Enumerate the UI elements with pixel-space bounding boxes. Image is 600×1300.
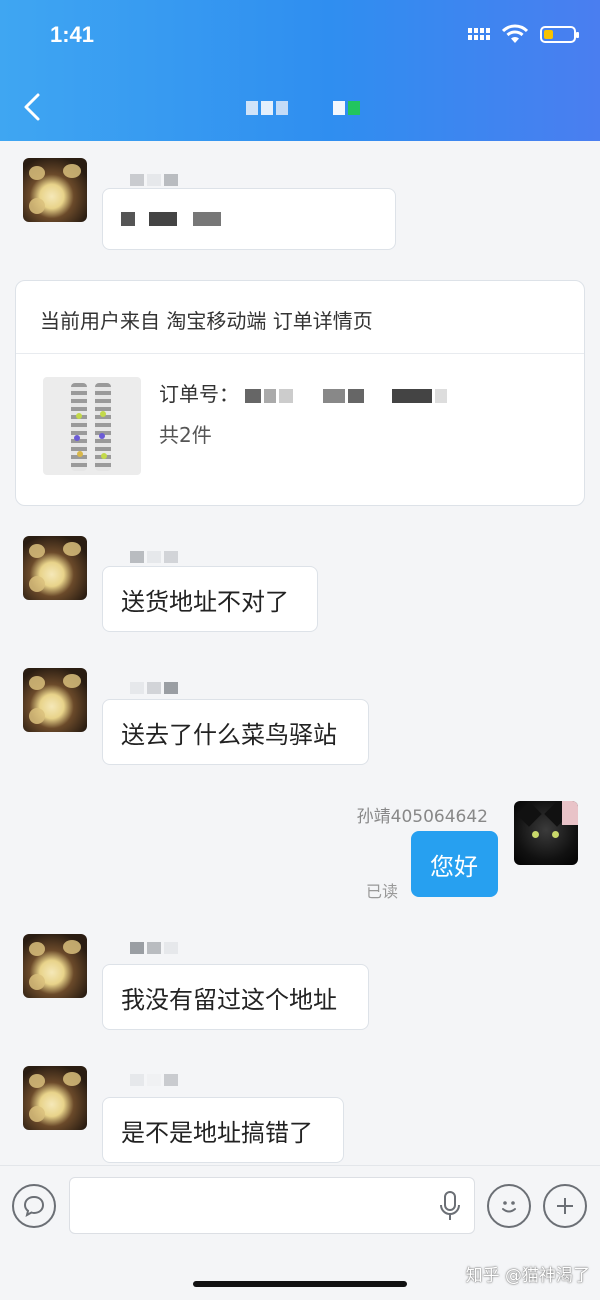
message-text: 我没有留过这个地址 xyxy=(121,985,337,1014)
sender-name: 孙靖405064642 xyxy=(356,807,488,827)
message-text: 您好 xyxy=(430,852,478,881)
customer-name-redacted xyxy=(130,942,181,954)
microphone-icon[interactable] xyxy=(440,1191,460,1221)
message-text: 送货地址不对了 xyxy=(121,587,289,616)
redacted-text xyxy=(121,212,224,226)
customer-avatar[interactable] xyxy=(23,536,87,600)
chat-status-redacted xyxy=(333,101,363,115)
message-bubble: 是不是地址搞错了 xyxy=(102,1097,344,1163)
status-time: 1:41 xyxy=(50,22,95,47)
watermark: 知乎 @猫神渴了 xyxy=(465,1266,590,1286)
more-button[interactable] xyxy=(543,1184,587,1228)
signal-icon xyxy=(468,28,490,40)
wifi-icon xyxy=(502,24,528,43)
battery-icon xyxy=(540,25,579,43)
message-bubble-redacted xyxy=(102,188,396,250)
status-icons xyxy=(468,24,579,44)
customer-name-redacted xyxy=(130,1074,181,1086)
customer-name-redacted xyxy=(130,551,181,563)
read-status: 已读 xyxy=(366,882,399,901)
customer-avatar[interactable] xyxy=(23,1066,87,1130)
plus-icon xyxy=(557,1198,573,1214)
voice-button[interactable] xyxy=(12,1184,56,1228)
customer-name-redacted xyxy=(130,174,181,186)
order-card[interactable]: 当前用户来自 淘宝移动端 订单详情页 订单号： 共2件 xyxy=(15,280,585,506)
order-divider xyxy=(16,353,584,354)
customer-avatar[interactable] xyxy=(23,934,87,998)
chat-header: 1:41 xyxy=(0,0,600,141)
home-indicator[interactable] xyxy=(193,1281,407,1287)
my-avatar[interactable] xyxy=(514,801,578,865)
message-text: 是不是地址搞错了 xyxy=(121,1118,313,1147)
chat-title-redacted xyxy=(246,101,292,115)
order-item-count: 共2件 xyxy=(159,423,212,447)
my-message-bubble: 您好 xyxy=(411,831,498,897)
order-number-label: 订单号： xyxy=(159,382,239,406)
order-number-redacted xyxy=(245,388,475,403)
order-source-text: 当前用户来自 淘宝移动端 订单详情页 xyxy=(40,309,373,333)
customer-name-redacted xyxy=(130,682,181,694)
back-icon[interactable] xyxy=(18,90,48,124)
customer-avatar[interactable] xyxy=(23,668,87,732)
message-bubble: 送去了什么菜鸟驿站 xyxy=(102,699,369,765)
voice-icon xyxy=(23,1195,45,1217)
emoji-icon xyxy=(502,1201,516,1213)
message-text: 送去了什么菜鸟驿站 xyxy=(121,720,337,749)
emoji-button[interactable] xyxy=(487,1184,531,1228)
order-product-image[interactable] xyxy=(43,377,141,475)
order-number: 订单号： xyxy=(159,378,475,407)
customer-avatar[interactable] xyxy=(23,158,87,222)
message-bubble: 我没有留过这个地址 xyxy=(102,964,369,1030)
message-input[interactable] xyxy=(69,1177,475,1234)
message-bubble: 送货地址不对了 xyxy=(102,566,318,632)
input-bar: 知乎 @猫神渴了 xyxy=(0,1165,600,1300)
